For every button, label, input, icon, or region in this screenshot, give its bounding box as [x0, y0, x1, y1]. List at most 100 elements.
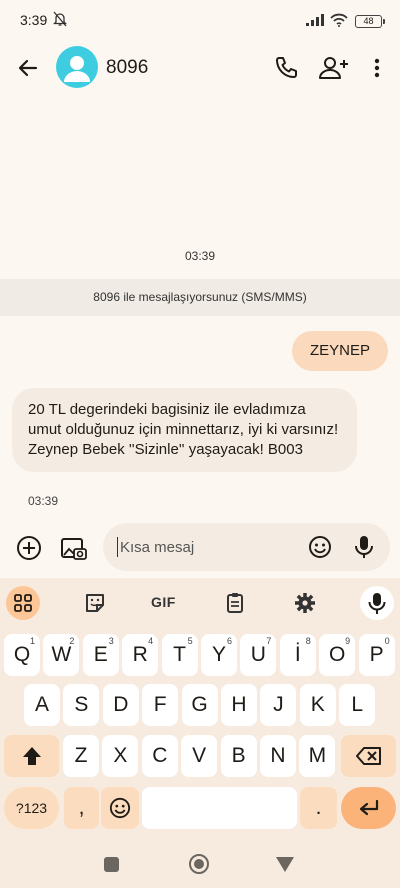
key-label: D: [113, 693, 129, 716]
keyboard-toolbar: GIF: [0, 578, 400, 628]
letter-key[interactable]: R4: [122, 634, 159, 676]
letter-key[interactable]: Q1: [4, 634, 40, 676]
key-label: N: [270, 744, 286, 767]
letter-key[interactable]: P0: [358, 634, 395, 676]
key-label: A: [34, 693, 49, 716]
backspace-key[interactable]: [341, 735, 396, 777]
shift-arrow-icon: [22, 747, 41, 765]
emoji-face-icon: [109, 797, 131, 819]
sticker-icon[interactable]: [83, 591, 107, 615]
letter-key[interactable]: A: [24, 684, 60, 726]
letter-key[interactable]: B: [220, 735, 257, 777]
letter-key[interactable]: H: [221, 684, 257, 726]
letter-key[interactable]: F: [142, 684, 179, 726]
letter-key[interactable]: J: [260, 684, 297, 726]
key-hint: 9: [345, 636, 351, 646]
symbols-key[interactable]: ?123: [4, 787, 59, 829]
keyboard-voice-button[interactable]: [360, 586, 394, 620]
key-label: V: [192, 744, 207, 767]
battery-indicator: 48: [355, 15, 385, 28]
key-label: S: [74, 693, 89, 716]
key-label: T: [173, 643, 186, 666]
letter-key[interactable]: N: [260, 735, 296, 777]
letter-key[interactable]: M: [299, 735, 336, 777]
gif-button[interactable]: GIF: [151, 594, 176, 610]
letter-key[interactable]: E3: [82, 634, 119, 676]
key-label: K: [310, 693, 325, 716]
letter-key[interactable]: T5: [161, 634, 198, 676]
key-label: R: [132, 643, 148, 666]
gallery-camera-icon[interactable]: [58, 533, 88, 563]
add-contact-icon[interactable]: [318, 54, 350, 82]
home-button[interactable]: [189, 854, 209, 874]
shift-key[interactable]: [4, 735, 59, 777]
notifications-off-icon: [53, 11, 67, 27]
letter-key[interactable]: Z: [63, 735, 99, 777]
key-label: U: [250, 643, 266, 666]
key-label: Q: [13, 643, 31, 666]
incoming-message-time: 03:39: [28, 494, 59, 508]
space-key[interactable]: [142, 787, 297, 829]
back-arrow-icon[interactable]: [14, 54, 42, 82]
status-time: 3:39: [20, 12, 48, 28]
comma-key[interactable]: ,: [64, 787, 99, 829]
signal-icon: [306, 14, 324, 26]
backspace-icon: [355, 747, 381, 765]
key-label: X: [113, 744, 128, 767]
outgoing-message[interactable]: ZEYNEP: [291, 331, 388, 371]
emoji-key[interactable]: [101, 787, 139, 829]
message-input[interactable]: [117, 537, 297, 557]
key-label: L: [351, 693, 364, 716]
recents-button[interactable]: [104, 857, 119, 872]
contact-avatar[interactable]: [56, 46, 98, 88]
letter-key[interactable]: G: [181, 684, 218, 726]
conversation-header: 8096: [0, 42, 400, 92]
mic-icon: [368, 593, 386, 614]
keyboard-apps-button[interactable]: [6, 586, 40, 620]
compose-bar: [103, 523, 390, 571]
key-hint: 1: [29, 636, 35, 646]
status-bar: 3:39 48: [0, 0, 400, 42]
letter-key[interactable]: Y6: [201, 634, 237, 676]
letter-key[interactable]: İ8: [279, 634, 316, 676]
settings-gear-icon[interactable]: [293, 591, 317, 615]
key-hint: 6: [226, 636, 232, 646]
letter-key[interactable]: K: [299, 684, 336, 726]
emoji-icon[interactable]: [308, 535, 332, 559]
period-key[interactable]: .: [300, 787, 337, 829]
key-label: W: [51, 643, 72, 666]
letter-key[interactable]: D: [102, 684, 139, 726]
letter-key[interactable]: O9: [319, 634, 356, 676]
key-label: İ: [294, 643, 301, 666]
key-hint: 5: [187, 636, 193, 646]
system-nav-bar: [0, 850, 400, 888]
key-label: P: [369, 643, 384, 666]
key-hint: 8: [305, 636, 311, 646]
clipboard-icon[interactable]: [223, 591, 247, 615]
grid-icon: [14, 594, 32, 612]
key-label: F: [153, 693, 167, 716]
letter-key[interactable]: S: [63, 684, 100, 726]
conversation-timestamp: 03:39: [184, 249, 216, 263]
letter-key[interactable]: U7: [240, 634, 277, 676]
letter-key[interactable]: V: [181, 735, 218, 777]
back-button[interactable]: [276, 857, 294, 872]
key-label: G: [191, 693, 208, 716]
key-label: J: [273, 693, 284, 716]
letter-key[interactable]: L: [339, 684, 376, 726]
voice-message-icon[interactable]: [352, 534, 376, 560]
phone-icon[interactable]: [272, 54, 300, 82]
add-attachment-icon[interactable]: [14, 533, 44, 563]
incoming-message[interactable]: 20 TL degerindeki bagisiniz ile evladımı…: [12, 388, 357, 472]
enter-arrow-icon: [359, 799, 378, 816]
contact-name[interactable]: 8096: [106, 57, 148, 79]
key-label: E: [93, 643, 108, 666]
more-vert-icon[interactable]: [366, 54, 388, 82]
letter-key[interactable]: X: [102, 735, 139, 777]
letter-key[interactable]: C: [141, 735, 178, 777]
sms-info-banner: 8096 ile mesajlaşıyorsunuz (SMS/MMS): [0, 279, 400, 316]
enter-key[interactable]: [341, 787, 396, 829]
letter-key[interactable]: W2: [43, 634, 80, 676]
key-label: B: [231, 744, 246, 767]
wifi-icon: [330, 13, 348, 27]
